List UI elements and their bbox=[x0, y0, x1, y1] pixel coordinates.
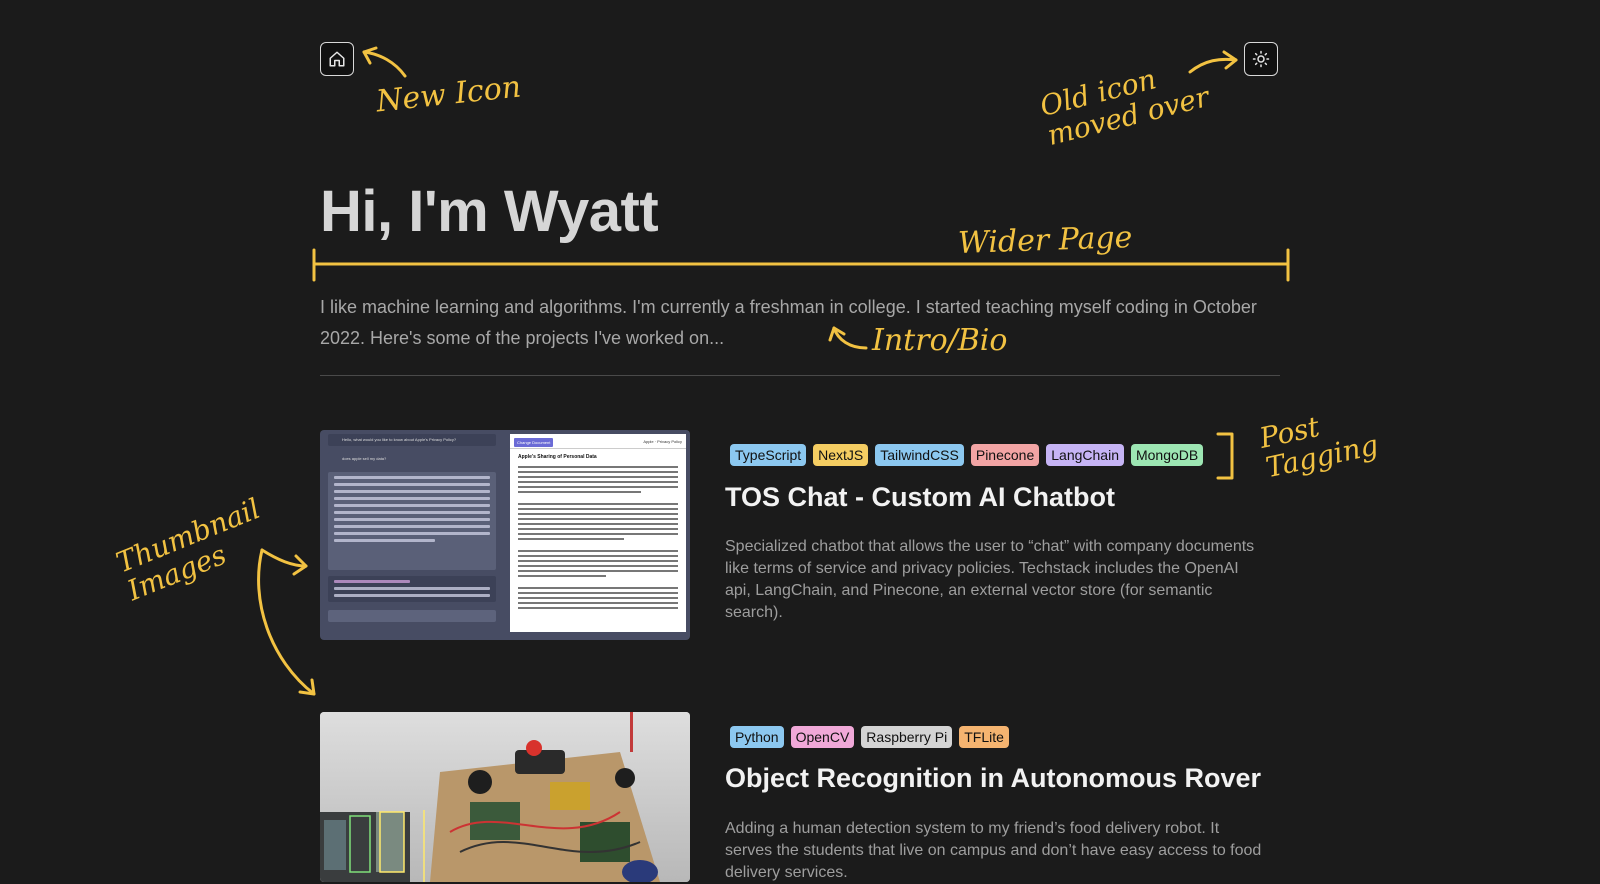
thumbnail-arrow-down bbox=[257, 548, 316, 696]
home-button[interactable] bbox=[320, 42, 354, 76]
page-title: Hi, I'm Wyatt bbox=[320, 179, 659, 244]
rover-photo bbox=[320, 712, 690, 882]
annotation-post-tagging: Post Tagging bbox=[1256, 410, 1382, 485]
tag[interactable]: MongoDB bbox=[1130, 444, 1204, 466]
tag[interactable]: TypeScript bbox=[730, 444, 807, 466]
project-title[interactable]: Object Recognition in Autonomous Rover bbox=[725, 763, 1261, 794]
theme-toggle-button[interactable] bbox=[1244, 42, 1278, 76]
divider bbox=[320, 375, 1280, 376]
sun-icon bbox=[1252, 50, 1270, 68]
annotation-thumbnail-images: Thumbnail Images bbox=[111, 491, 265, 608]
thumbnail-change-document: Change Document bbox=[514, 438, 554, 447]
annotation-old-icon: Old icon moved over bbox=[1036, 62, 1213, 153]
tag[interactable]: Pinecone bbox=[970, 444, 1040, 466]
project-title[interactable]: TOS Chat - Custom AI Chatbot bbox=[725, 482, 1115, 513]
post-tagging-bracket bbox=[1216, 432, 1234, 480]
tag[interactable]: Python bbox=[730, 726, 784, 748]
tag[interactable]: Raspberry Pi bbox=[861, 726, 953, 748]
tag[interactable]: OpenCV bbox=[790, 726, 855, 748]
home-icon bbox=[329, 51, 345, 67]
tag[interactable]: TailwindCSS bbox=[875, 444, 964, 466]
project-tags: TypeScript NextJS TailwindCSS Pinecone L… bbox=[730, 444, 1204, 466]
thumbnail-user-message: does apple sell my data? bbox=[342, 456, 387, 461]
tag[interactable]: LangChain bbox=[1046, 444, 1124, 466]
thumbnail-document-panel: Change Document Apple · Privacy Policy A… bbox=[510, 434, 686, 632]
project-tags: Python OpenCV Raspberry Pi TFLite bbox=[730, 726, 1009, 748]
thumbnail-question: Hello, what would you like to know about… bbox=[342, 437, 457, 442]
thumbnail-doc-label: Apple · Privacy Policy bbox=[643, 439, 682, 444]
annotation-new-icon: New Icon bbox=[374, 69, 523, 120]
thumbnail-doc-heading: Apple's Sharing of Personal Data bbox=[518, 454, 597, 460]
project-description: Adding a human detection system to my fr… bbox=[725, 820, 1262, 881]
annotation-intro-bio: Intro/Bio bbox=[872, 323, 1008, 358]
project-description: Specialized chatbot that allows the user… bbox=[725, 538, 1255, 621]
intro-bio: I like machine learning and algorithms. … bbox=[320, 297, 1257, 348]
wider-page-bracket bbox=[312, 248, 1290, 282]
tag[interactable]: NextJS bbox=[813, 444, 869, 466]
project-thumbnail-rover[interactable] bbox=[320, 712, 690, 882]
new-icon-arrow bbox=[362, 50, 407, 78]
tag[interactable]: TFLite bbox=[959, 726, 1009, 748]
annotation-wider-page: Wider Page bbox=[957, 219, 1133, 262]
thumbnail-arrow-right bbox=[260, 548, 308, 568]
thumbnail-chat-panel: Hello, what would you like to know about… bbox=[324, 434, 500, 636]
project-thumbnail-tos-chat[interactable]: Hello, what would you like to know about… bbox=[320, 430, 690, 640]
